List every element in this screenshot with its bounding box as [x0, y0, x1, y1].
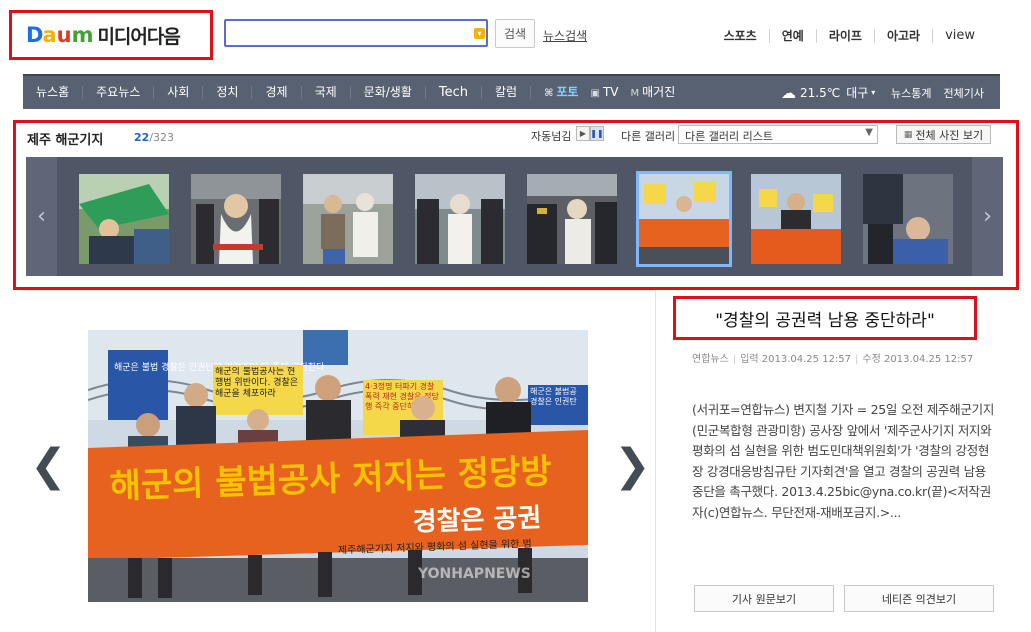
daum-logo[interactable]: D a u m 미디어다음 — [26, 22, 181, 49]
nav-society[interactable]: 사회 — [154, 86, 204, 99]
main-news-photo: 해군은 불법 경찰은 인권탄압 강정주민 다 죽이 규탄한다 해군의 불법공사는… — [88, 330, 588, 602]
weather-temp: 21.5℃ — [800, 85, 841, 100]
gallery-select-value: 다른 갤러리 리스트 — [685, 130, 773, 143]
gallery-current: 22 — [134, 131, 150, 144]
all-photos-label: 전체 사진 보기 — [915, 128, 984, 142]
gallery-count: 22/323 — [134, 131, 174, 144]
article-body: (서귀포=연합뉴스) 변지철 기자 = 25일 오전 제주해군기지(민군복합형 … — [692, 402, 995, 520]
search-options-icon[interactable]: ▾ — [474, 28, 485, 39]
gallery-total: /323 — [149, 131, 175, 144]
gallery-thumbnail[interactable] — [415, 174, 505, 264]
logo-letter-u: u — [56, 23, 72, 47]
gnb-right-links: 뉴스통계 전체기사 — [879, 76, 984, 109]
search-button[interactable]: 검색 — [495, 19, 535, 48]
gallery-highlight-box: 제주 해군기지 22/323 자동넘김 ▶ ❚❚ 다른 갤러리 다른 갤러리 리… — [13, 120, 1019, 290]
logo-highlight-box[interactable]: D a u m 미디어다음 — [9, 10, 213, 60]
gallery-thumbnail[interactable] — [79, 174, 169, 264]
thumbnail-image — [751, 174, 841, 264]
strip-prev-arrow-icon[interactable]: ‹ — [26, 157, 57, 276]
nav-main-news[interactable]: 주요뉴스 — [83, 86, 155, 99]
gallery-title: 제주 해군기지 — [27, 133, 104, 148]
weather-city: 대구 — [846, 86, 869, 100]
article-headline: "경찰의 공권력 남용 중단하라" — [673, 296, 977, 340]
strip-next-arrow-icon[interactable]: › — [972, 157, 1003, 276]
logo-letter-a: a — [42, 23, 57, 47]
thumbnail-image — [191, 174, 281, 264]
top-nav-view[interactable]: view — [933, 29, 987, 43]
nav-all-articles[interactable]: 전체기사 — [932, 85, 984, 101]
main-nav-bar: 뉴스홈 주요뉴스 사회 정치 경제 국제 문화/생활 Tech 칼럼 ⌘ 포토 ▣… — [23, 74, 1000, 109]
logo-letter-m: m — [71, 23, 94, 47]
nav-economy[interactable]: 경제 — [252, 86, 302, 99]
nav-tech[interactable]: Tech — [426, 86, 483, 99]
autoplay-label: 자동넘김 — [531, 130, 572, 143]
view-original-article-button[interactable]: 기사 원문보기 — [694, 585, 834, 612]
news-search-link[interactable]: 뉴스검색 — [543, 27, 587, 44]
nav-photo-label: 포토 — [556, 84, 579, 99]
nav-photo[interactable]: ⌘ 포토 — [531, 84, 584, 100]
nav-news-stats[interactable]: 뉴스통계 — [879, 85, 931, 101]
next-photo-arrow-icon[interactable]: ❯ — [614, 440, 651, 491]
nav-magazine-label: 매거진 — [642, 84, 676, 99]
nav-news-home[interactable]: 뉴스홈 — [23, 86, 84, 99]
nav-magazine[interactable]: M 매거진 — [624, 84, 681, 100]
photo-watermark: YONHAPNEWS — [417, 566, 531, 582]
other-gallery-label: 다른 갤러리 — [621, 130, 676, 143]
nav-culture[interactable]: 문화/생활 — [351, 86, 426, 99]
top-nav-entertainment[interactable]: 연예 — [770, 29, 817, 43]
thumbnail-strip: ‹ › — [26, 157, 1003, 276]
top-nav: 스포츠 연예 라이프 아고라 view — [712, 29, 987, 43]
nav-tv[interactable]: ▣ TV — [584, 84, 624, 100]
article-modified-time: 수정 2013.04.25 12:57 — [862, 354, 974, 365]
nav-tv-label: TV — [602, 84, 619, 99]
thumbnail-image — [863, 174, 953, 264]
chevron-down-icon: ▼ — [865, 127, 873, 138]
gallery-thumbnail[interactable] — [191, 174, 281, 264]
thumbnail-image — [79, 174, 169, 264]
banner-sub-text: 경찰은 공권 — [412, 503, 542, 537]
gallery-thumbnail[interactable] — [303, 174, 393, 264]
pause-icon[interactable]: ❚❚ — [590, 126, 604, 141]
view-comments-button[interactable]: 네티즌 의견보기 — [844, 585, 994, 612]
top-nav-agora[interactable]: 아고라 — [875, 29, 934, 43]
nav-world[interactable]: 국제 — [302, 86, 351, 99]
photo-icon: ⌘ — [544, 87, 554, 99]
tv-icon: ▣ — [590, 87, 600, 99]
chevron-down-icon: ▾ — [871, 88, 876, 97]
all-photos-button[interactable]: ▦ 전체 사진 보기 — [896, 125, 991, 144]
gallery-thumbnail-selected[interactable] — [636, 171, 732, 267]
article-source[interactable]: 연합뉴스 — [692, 354, 729, 365]
cloud-icon: ☁ — [781, 83, 796, 102]
autoplay-controls: ▶ ❚❚ — [576, 126, 604, 141]
logo-letter-d: D — [26, 23, 43, 47]
magazine-icon: M — [630, 87, 640, 99]
article-input-time: 입력 2013.04.25 12:57 — [740, 354, 852, 365]
news-photo-image: 해군은 불법 경찰은 인권탄압 강정주민 다 죽이 규탄한다 해군의 불법공사는… — [88, 330, 588, 602]
thumbnail-image — [527, 174, 617, 264]
article-meta: 연합뉴스 | 입력 2013.04.25 12:57 | 수정 2013.04.25 1… — [692, 354, 974, 365]
other-gallery-select[interactable]: 다른 갤러리 리스트 ▼ — [678, 125, 878, 144]
content-divider — [23, 290, 655, 291]
sign-center-text: 해군의 불법공사는 현행법 위반이다. 경찰은 해군을 체포하라 — [215, 367, 299, 399]
nav-column[interactable]: 칼럼 — [482, 86, 532, 99]
nav-politics[interactable]: 정치 — [203, 86, 253, 99]
sign-far-right-text: 해군은 불법공 경찰은 인권탄 — [530, 387, 577, 406]
play-icon[interactable]: ▶ — [576, 126, 590, 141]
weather-widget[interactable]: ☁ 21.5℃ 대구 ▾ — [781, 76, 875, 109]
prev-photo-arrow-icon[interactable]: ❮ — [30, 440, 67, 491]
search-input[interactable] — [224, 19, 488, 47]
logo-subtitle: 미디어다음 — [97, 25, 180, 48]
top-nav-sports[interactable]: 스포츠 — [712, 29, 770, 43]
gallery-thumbnail[interactable] — [863, 174, 953, 264]
thumbnail-image — [303, 174, 393, 264]
top-nav-life[interactable]: 라이프 — [817, 29, 875, 43]
thumbnail-image — [415, 174, 505, 264]
gallery-thumbnail[interactable] — [527, 174, 617, 264]
gallery-thumbnail[interactable] — [751, 174, 841, 264]
grid-icon: ▦ — [903, 129, 913, 140]
content-divider — [655, 290, 656, 632]
thumbnail-image — [639, 174, 729, 264]
